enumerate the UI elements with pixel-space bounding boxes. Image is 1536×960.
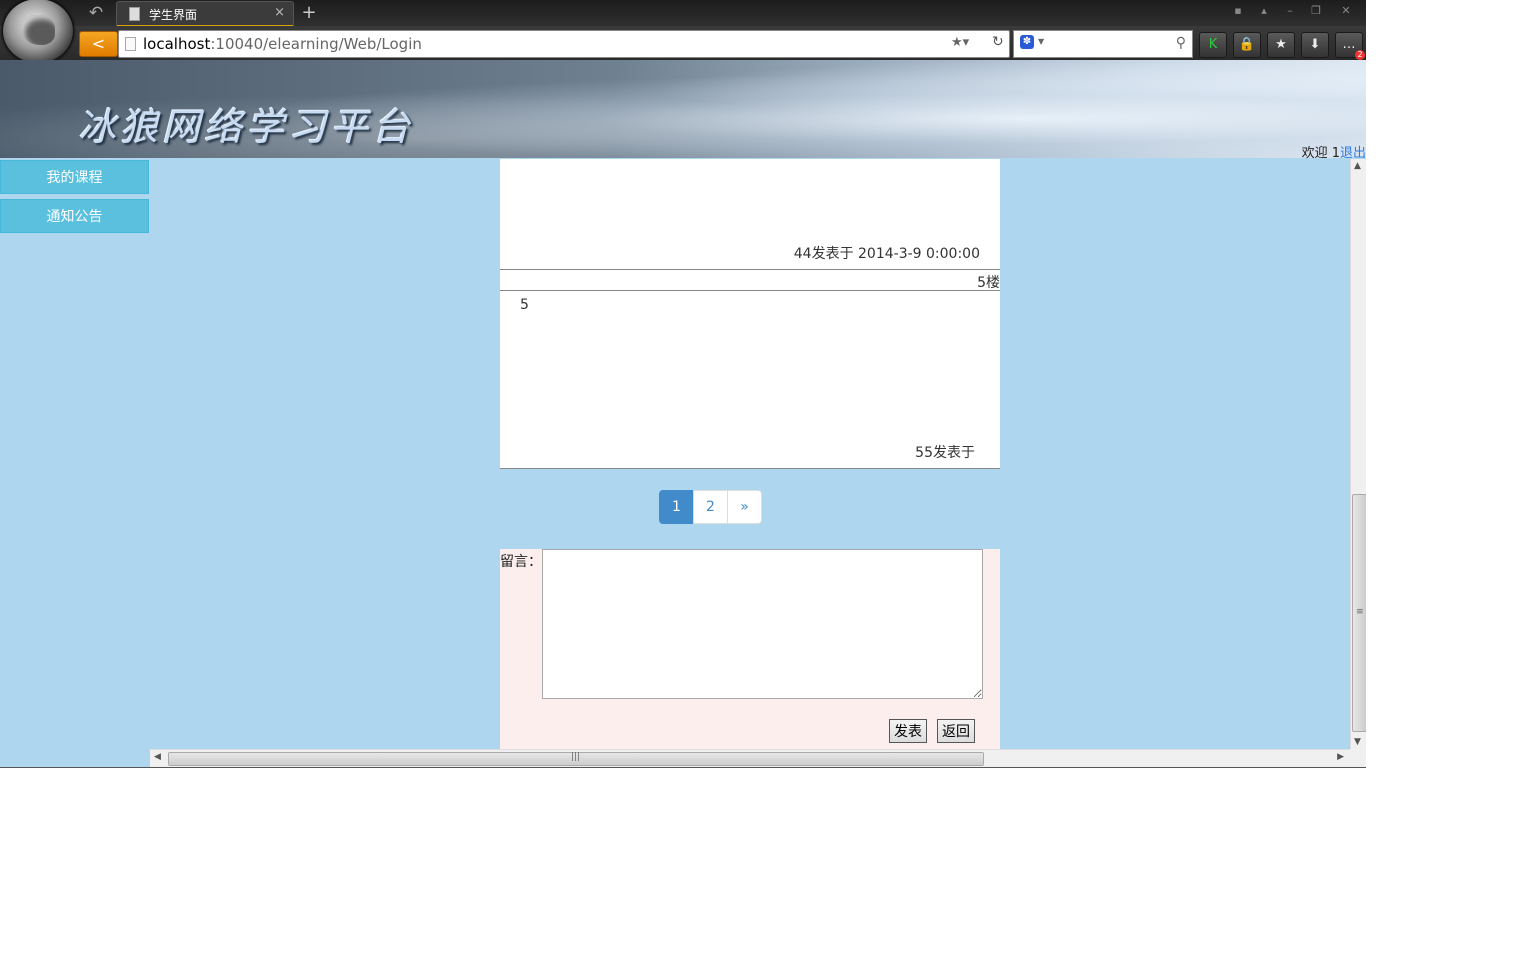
url-host: localhost: [143, 35, 211, 53]
browser-tab[interactable]: 学生界面 ×: [116, 1, 294, 27]
menu-icon[interactable]: … 2: [1335, 32, 1365, 60]
next-page-button[interactable]: »: [727, 490, 762, 524]
tab-title: 学生界面: [149, 8, 198, 22]
scroll-right-icon[interactable]: ▶: [1337, 752, 1344, 762]
search-bar[interactable]: ✽ ▼ ⚲: [1013, 30, 1193, 58]
pagination: 1 2 »: [659, 490, 762, 524]
notification-badge: 2: [1355, 50, 1365, 60]
horizontal-scrollbar[interactable]: ◀ ||| ▶: [150, 749, 1350, 767]
post-meta: 44发表于 2014-3-9 0:00:00: [793, 246, 980, 262]
search-engine-icon[interactable]: ✽: [1020, 35, 1034, 49]
wolf-head-icon: [21, 15, 55, 45]
menu-icon-glyph: …: [1342, 37, 1356, 52]
chevron-down-icon[interactable]: ▼: [1038, 37, 1044, 46]
sidebar-item-my-courses[interactable]: 我的课程: [0, 160, 149, 194]
post-body: 5: [520, 297, 529, 313]
submit-button[interactable]: 发表: [889, 719, 927, 743]
page-2-button[interactable]: 2: [693, 490, 728, 524]
window-bottom-edge: [0, 767, 1366, 768]
scroll-up-icon[interactable]: ▲: [1354, 161, 1361, 171]
history-back-icon[interactable]: ↶: [84, 2, 108, 24]
refresh-icon[interactable]: ↻: [992, 34, 1004, 50]
browser-chrome: ↶ 学生界面 × + ▪ ▴ – ❐ ✕ < localhost:10040/e…: [0, 0, 1366, 64]
page-1-button[interactable]: 1: [659, 490, 694, 524]
scroll-down-icon[interactable]: ▼: [1354, 737, 1361, 747]
skin-icon[interactable]: ▴: [1254, 2, 1274, 20]
scroll-left-icon[interactable]: ◀: [154, 752, 161, 762]
page-viewport: 冰狼网络学习平台 欢迎 1退出 我的课程 通知公告 44发表于 2014-3-9…: [0, 60, 1366, 767]
vertical-scrollbar[interactable]: ▲ ≡ ▼: [1350, 159, 1366, 749]
post-item: 44发表于 2014-3-9 0:00:00: [500, 159, 1000, 270]
post-header: 5楼: [500, 270, 1000, 291]
url-path: :10040/elearning/Web/Login: [210, 35, 422, 53]
post-meta: 55发表于: [915, 445, 975, 461]
grip-icon: |||: [571, 752, 581, 762]
vertical-scroll-thumb[interactable]: ≡: [1352, 494, 1366, 732]
close-tab-icon[interactable]: ×: [274, 5, 285, 20]
document-icon: [125, 37, 136, 51]
floor-number: 5楼: [977, 275, 1000, 291]
minimize-icon[interactable]: –: [1280, 2, 1300, 20]
post-item: 5 55发表于: [500, 291, 1000, 469]
close-window-icon[interactable]: ✕: [1336, 2, 1356, 20]
search-icon[interactable]: ⚲: [1176, 35, 1186, 51]
tab-strip: ↶ 学生界面 × + ▪ ▴ – ❐ ✕: [0, 0, 1366, 27]
site-banner: 冰狼网络学习平台 欢迎 1退出: [0, 60, 1366, 161]
extension-k-icon[interactable]: K: [1199, 32, 1227, 58]
url-text[interactable]: localhost:10040/elearning/Web/Login: [143, 35, 422, 53]
lock-icon[interactable]: 🔒: [1233, 32, 1261, 58]
grip-icon: ≡: [1356, 607, 1364, 617]
page-icon: [129, 7, 140, 21]
scrollbar-corner: [1350, 749, 1366, 767]
horizontal-scroll-thumb[interactable]: |||: [168, 752, 984, 766]
browser-toolbar: < localhost:10040/elearning/Web/Login ★▾…: [0, 26, 1366, 60]
comment-label: 留言：: [500, 554, 542, 570]
bookmark-star-icon[interactable]: ★▾: [951, 35, 969, 50]
new-tab-button[interactable]: +: [300, 2, 318, 23]
site-title: 冰狼网络学习平台: [78, 105, 415, 149]
address-bar[interactable]: localhost:10040/elearning/Web/Login ★▾ ↻: [118, 30, 1010, 58]
comment-textarea[interactable]: [542, 549, 983, 699]
back-button[interactable]: <: [79, 31, 118, 57]
sidebar: 我的课程 通知公告: [0, 160, 149, 238]
restore-icon[interactable]: ❐: [1306, 2, 1326, 20]
comment-form: 留言： 发表 返回: [500, 549, 1000, 749]
back-button-form[interactable]: 返回: [937, 719, 975, 743]
post-list: 44发表于 2014-3-9 0:00:00 5楼 5 55发表于: [500, 159, 1000, 469]
welcome-text: 欢迎 1: [1301, 146, 1340, 161]
browser-logo-icon[interactable]: [2, 0, 74, 64]
sidebar-item-notices[interactable]: 通知公告: [0, 199, 149, 233]
favorites-star-icon[interactable]: ★: [1267, 32, 1295, 58]
tile-icon[interactable]: ▪: [1228, 2, 1248, 20]
download-icon[interactable]: ⬇: [1301, 32, 1329, 58]
